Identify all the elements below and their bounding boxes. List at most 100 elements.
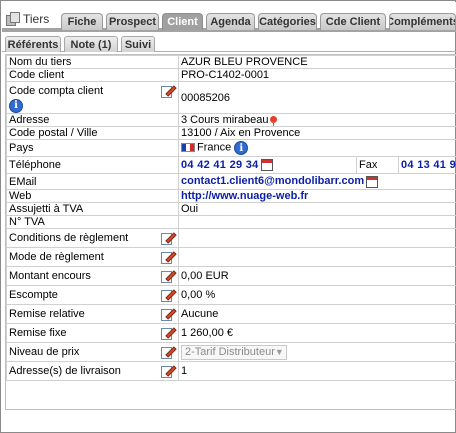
- edit-icon[interactable]: [160, 344, 177, 360]
- row-email: EMail contact1.client6@mondolibarr.com: [6, 173, 456, 190]
- tab-client[interactable]: Client: [162, 13, 203, 30]
- field-value: [178, 247, 456, 267]
- row-pays: Pays France i: [6, 139, 456, 157]
- field-value: 0,00 %: [178, 285, 456, 305]
- field-value: 00085206: [178, 81, 456, 114]
- row-conditions: Conditions de règlement: [6, 228, 456, 248]
- field-value: AZUR BLEU PROVENCE: [178, 55, 456, 69]
- edit-icon[interactable]: [160, 83, 177, 99]
- field-label: Code compta client: [9, 84, 104, 97]
- subtab-label: Référents: [7, 38, 59, 51]
- fax-link[interactable]: 04 13 41 98: [401, 159, 456, 171]
- row-telephone: Téléphone 04 42 41 29 34 Fax 04 13 41 98: [6, 156, 456, 174]
- module-title: Tiers: [6, 10, 49, 28]
- row-code-compta: Code compta client i 00085206: [6, 81, 456, 114]
- label-wrap: Montant encours: [9, 268, 177, 284]
- field-label-cell: Conditions de règlement: [6, 228, 179, 248]
- edit-icon[interactable]: [160, 249, 177, 265]
- field-label: Niveau de prix: [9, 346, 80, 358]
- field-value: 13100 / Aix en Provence: [178, 126, 456, 140]
- field-label-cell: Adresse(s) de livraison: [6, 361, 179, 381]
- phone-link[interactable]: 04 42 41 29 34: [181, 159, 259, 171]
- edit-icon[interactable]: [160, 363, 177, 379]
- field-value: Aucune: [178, 304, 456, 324]
- field-value-cell: contact1.client6@mondolibarr.com: [178, 173, 456, 190]
- subtab-label: Suivi: [124, 38, 152, 51]
- web-link[interactable]: http://www.nuage-web.fr: [181, 191, 308, 202]
- tab-complements[interactable]: Compléments: [389, 13, 456, 30]
- top-tab-bar: Tiers Fiche Prospect Client Agenda Catég…: [2, 2, 456, 32]
- field-label-cell: Remise relative: [6, 304, 179, 324]
- tab-categories[interactable]: Catégories: [258, 13, 317, 30]
- field-value: France: [197, 141, 232, 154]
- edit-icon[interactable]: [160, 230, 177, 246]
- tab-prospect[interactable]: Prospect: [106, 13, 159, 30]
- field-value: [178, 228, 456, 248]
- field-label: Assujetti à TVA: [6, 202, 179, 216]
- tiers-icon: [6, 12, 20, 26]
- field-label: Nom du tiers: [6, 55, 179, 69]
- label-wrap: Remise fixe: [9, 325, 177, 341]
- client-details-card: Nom du tiers AZUR BLEU PROVENCE Code cli…: [5, 54, 456, 410]
- row-encours: Montant encours 0,00 EUR: [6, 266, 456, 286]
- field-label: N° TVA: [6, 215, 179, 229]
- chevron-down-icon: ▼: [274, 347, 284, 357]
- field-label: Téléphone: [6, 156, 179, 174]
- calendar-icon[interactable]: [260, 159, 273, 172]
- tab-label: Compléments: [389, 16, 456, 28]
- field-label-cell: Niveau de prix: [6, 342, 179, 362]
- field-label: Conditions de règlement: [9, 232, 129, 244]
- tab-label: Catégories: [259, 16, 316, 28]
- edit-icon[interactable]: [160, 268, 177, 284]
- tab-cde-client[interactable]: Cde Client: [320, 13, 386, 30]
- email-link[interactable]: contact1.client6@mondolibarr.com: [181, 175, 364, 187]
- field-label: Montant encours: [9, 270, 91, 282]
- subtab-note[interactable]: Note (1): [64, 36, 118, 52]
- field-value-cell: 2-Tarif Distributeur ▼: [178, 342, 456, 362]
- row-adresse: Adresse 3 Cours mirabeau: [6, 113, 456, 127]
- module-label: Tiers: [23, 12, 50, 26]
- field-label: Pays: [6, 139, 179, 157]
- edit-icon[interactable]: [160, 287, 177, 303]
- field-label: Escompte: [9, 289, 58, 301]
- field-label-cell: Escompte: [6, 285, 179, 305]
- row-code-postal: Code postal / Ville 13100 / Aix en Prove…: [6, 126, 456, 140]
- tab-fiche[interactable]: Fiche: [61, 13, 103, 30]
- tab-label: Client: [167, 16, 198, 28]
- field-value-cell: 04 13 41 98: [398, 156, 456, 174]
- info-icon[interactable]: i: [9, 98, 23, 113]
- field-label: Code postal / Ville: [6, 126, 179, 140]
- sub-tab-bar: Référents Note (1) Suivi: [2, 36, 456, 52]
- field-label: Adresse(s) de livraison: [9, 365, 121, 377]
- info-icon[interactable]: i: [234, 141, 249, 155]
- label-wrap: Remise relative: [9, 306, 177, 322]
- field-label: Remise fixe: [9, 327, 67, 339]
- field-value: 3 Cours mirabeau: [181, 114, 269, 126]
- field-label: Remise relative: [9, 308, 85, 320]
- field-label-cell: Remise fixe: [6, 323, 179, 343]
- edit-icon[interactable]: [160, 306, 177, 322]
- row-web: Web http://www.nuage-web.fr: [6, 189, 456, 203]
- field-label-cell: Montant encours: [6, 266, 179, 286]
- field-label: Adresse: [6, 113, 179, 127]
- edit-icon[interactable]: [160, 325, 177, 341]
- row-code-client: Code client PRO-C1402-0001: [6, 68, 456, 82]
- field-value-cell: France i: [178, 139, 456, 157]
- calendar-icon[interactable]: [366, 175, 379, 188]
- subtab-referents[interactable]: Référents: [5, 36, 61, 52]
- field-label: Fax: [356, 156, 399, 174]
- window-frame: Tiers Fiche Prospect Client Agenda Catég…: [0, 0, 456, 433]
- price-level-select[interactable]: 2-Tarif Distributeur ▼: [181, 344, 287, 360]
- subtab-suivi[interactable]: Suivi: [121, 36, 155, 52]
- label-wrap: Adresse(s) de livraison: [9, 363, 177, 379]
- field-value-cell: http://www.nuage-web.fr: [178, 189, 456, 203]
- field-label: EMail: [6, 173, 179, 190]
- france-flag-icon: [181, 143, 195, 153]
- select-value: 2-Tarif Distributeur: [185, 346, 275, 358]
- map-pin-icon[interactable]: [270, 116, 278, 126]
- tab-label: Cde Client: [325, 16, 381, 28]
- field-label-cell: Mode de règlement: [6, 247, 179, 267]
- row-mode: Mode de règlement: [6, 247, 456, 267]
- tab-agenda[interactable]: Agenda: [206, 13, 255, 30]
- row-remise-relative: Remise relative Aucune: [6, 304, 456, 324]
